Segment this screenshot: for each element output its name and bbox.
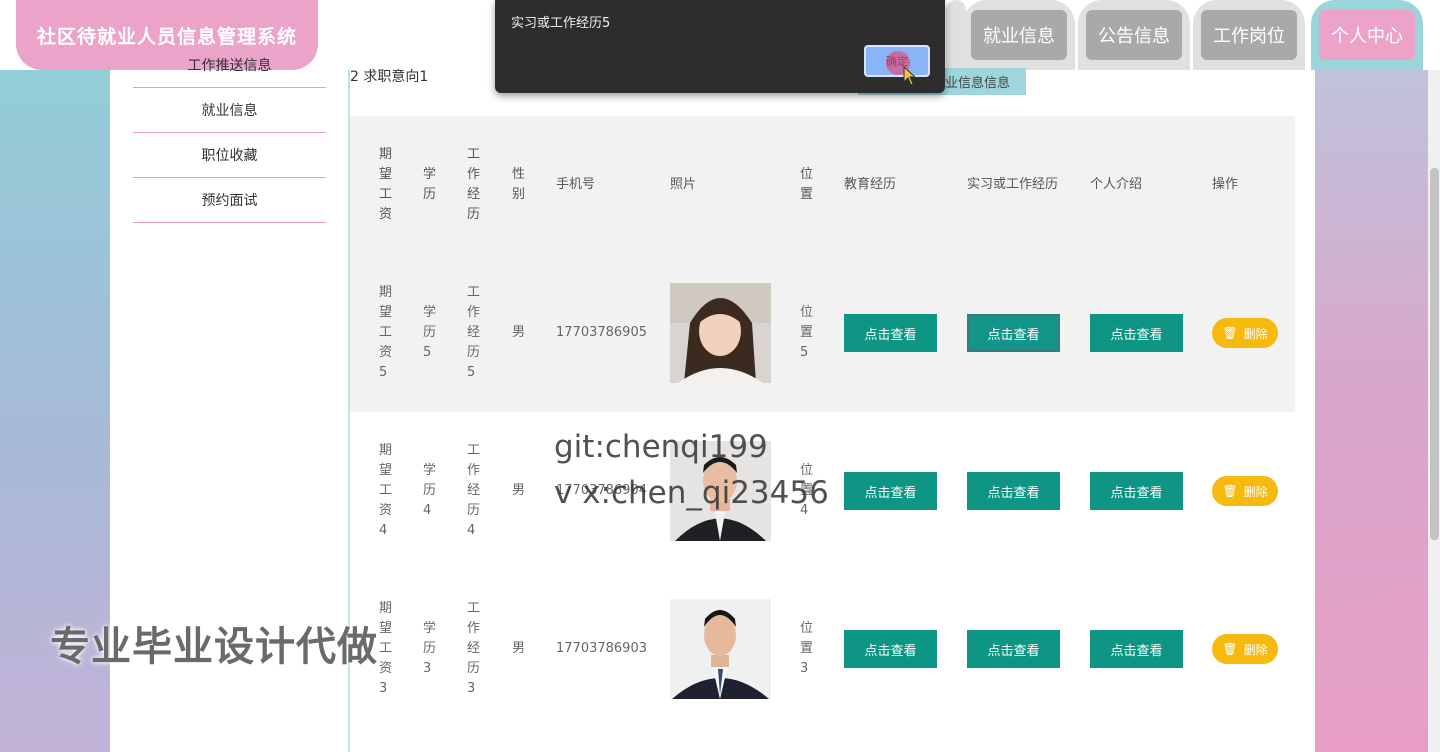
scrollbar-thumb[interactable]	[1430, 168, 1439, 540]
cell-experience: 工作经历4	[467, 443, 481, 538]
cell-phone: 17703786905	[556, 325, 647, 340]
col-header: 学历	[423, 167, 437, 202]
cell-gender: 男	[512, 641, 526, 656]
nav-tab-personal-center[interactable]: 个人中心	[1311, 0, 1423, 70]
background-right	[1314, 0, 1440, 752]
col-header: 位置	[800, 167, 814, 202]
table-row: 期望工资3 学历3 工作经历3 男 17703786903 位置3 点击查看 点…	[350, 570, 1295, 728]
cell-experience: 工作经历3	[467, 601, 481, 696]
cell-education: 学历5	[423, 305, 437, 360]
nav-tab-jobs[interactable]: 工作岗位	[1193, 0, 1305, 70]
cell-gender: 男	[512, 325, 526, 340]
section-heading: 2 求职意向1	[350, 69, 429, 85]
cell-gender: 男	[512, 483, 526, 498]
col-header: 期望工资	[379, 147, 393, 222]
watermark-ad: 专业毕业设计代做	[50, 624, 378, 670]
sidebar-item-favorites[interactable]: 职位收藏	[133, 133, 326, 178]
col-header: 操作	[1212, 177, 1239, 192]
col-header: 个人介绍	[1090, 177, 1143, 192]
sidebar-item-employment[interactable]: 就业信息	[133, 88, 326, 133]
col-header: 性别	[512, 167, 526, 202]
view-intro-button[interactable]: 点击查看	[1090, 630, 1183, 668]
col-header: 手机号	[556, 177, 596, 192]
trash-icon: 🗑	[1222, 484, 1238, 498]
cell-experience: 工作经历5	[467, 285, 481, 380]
cell-salary: 期望工资3	[379, 601, 393, 696]
sidebar-item-job-push[interactable]: 工作推送信息	[133, 43, 326, 88]
photo-thumbnail[interactable]	[670, 283, 771, 383]
sidebar: 工作推送信息 就业信息 职位收藏 预约面试	[133, 43, 326, 223]
view-experience-button[interactable]: 点击查看	[967, 472, 1060, 510]
view-intro-button[interactable]: 点击查看	[1090, 314, 1183, 352]
col-header: 实习或工作经历	[967, 177, 1059, 192]
col-header: 教育经历	[844, 177, 897, 192]
photo-thumbnail[interactable]	[670, 599, 771, 699]
cell-salary: 期望工资4	[379, 443, 393, 538]
view-education-button[interactable]: 点击查看	[844, 314, 937, 352]
alert-message: 实习或工作经历5	[511, 16, 611, 31]
delete-label: 删除	[1243, 484, 1268, 499]
delete-label: 删除	[1243, 642, 1268, 657]
mouse-cursor-icon	[903, 66, 917, 86]
trash-icon: 🗑	[1222, 326, 1238, 340]
cell-education: 学历4	[423, 463, 437, 518]
col-header: 工作经历	[467, 147, 481, 222]
table-row: 期望工资5 学历5 工作经历5 男 17703786905 位置5 点击查看 点…	[350, 254, 1295, 412]
cell-location: 位置5	[800, 305, 814, 360]
resume-table: 期望工资 学历 工作经历 性别 手机号 照片 位置 教育经历 实习或工作经历 个…	[350, 116, 1295, 728]
trash-icon: 🗑	[1222, 642, 1238, 656]
sidebar-item-interview[interactable]: 预约面试	[133, 178, 326, 223]
view-experience-button[interactable]: 点击查看	[967, 314, 1060, 352]
watermark-contact: git:chenqi199 v x:chen_qi23456	[554, 424, 829, 516]
delete-button[interactable]: 🗑 删除	[1212, 476, 1278, 506]
cell-education: 学历3	[423, 621, 437, 676]
cell-phone: 17703786903	[556, 641, 647, 656]
view-education-button[interactable]: 点击查看	[844, 630, 937, 668]
watermark-git: git:chenqi199	[554, 429, 768, 465]
col-header: 照片	[670, 177, 697, 192]
view-education-button[interactable]: 点击查看	[844, 472, 937, 510]
delete-button[interactable]: 🗑 删除	[1212, 634, 1278, 664]
view-experience-button[interactable]: 点击查看	[967, 630, 1060, 668]
delete-label: 删除	[1243, 326, 1268, 341]
nav-tab-employment[interactable]: 就业信息	[963, 0, 1075, 70]
view-intro-button[interactable]: 点击查看	[1090, 472, 1183, 510]
cell-salary: 期望工资5	[379, 285, 393, 380]
delete-button[interactable]: 🗑 删除	[1212, 318, 1278, 348]
nav-tab-notices[interactable]: 公告信息	[1078, 0, 1190, 70]
table-header: 期望工资 学历 工作经历 性别 手机号 照片 位置 教育经历 实习或工作经历 个…	[350, 116, 1295, 254]
watermark-wechat: v x:chen_qi23456	[554, 475, 829, 511]
cell-location: 位置3	[800, 621, 814, 676]
